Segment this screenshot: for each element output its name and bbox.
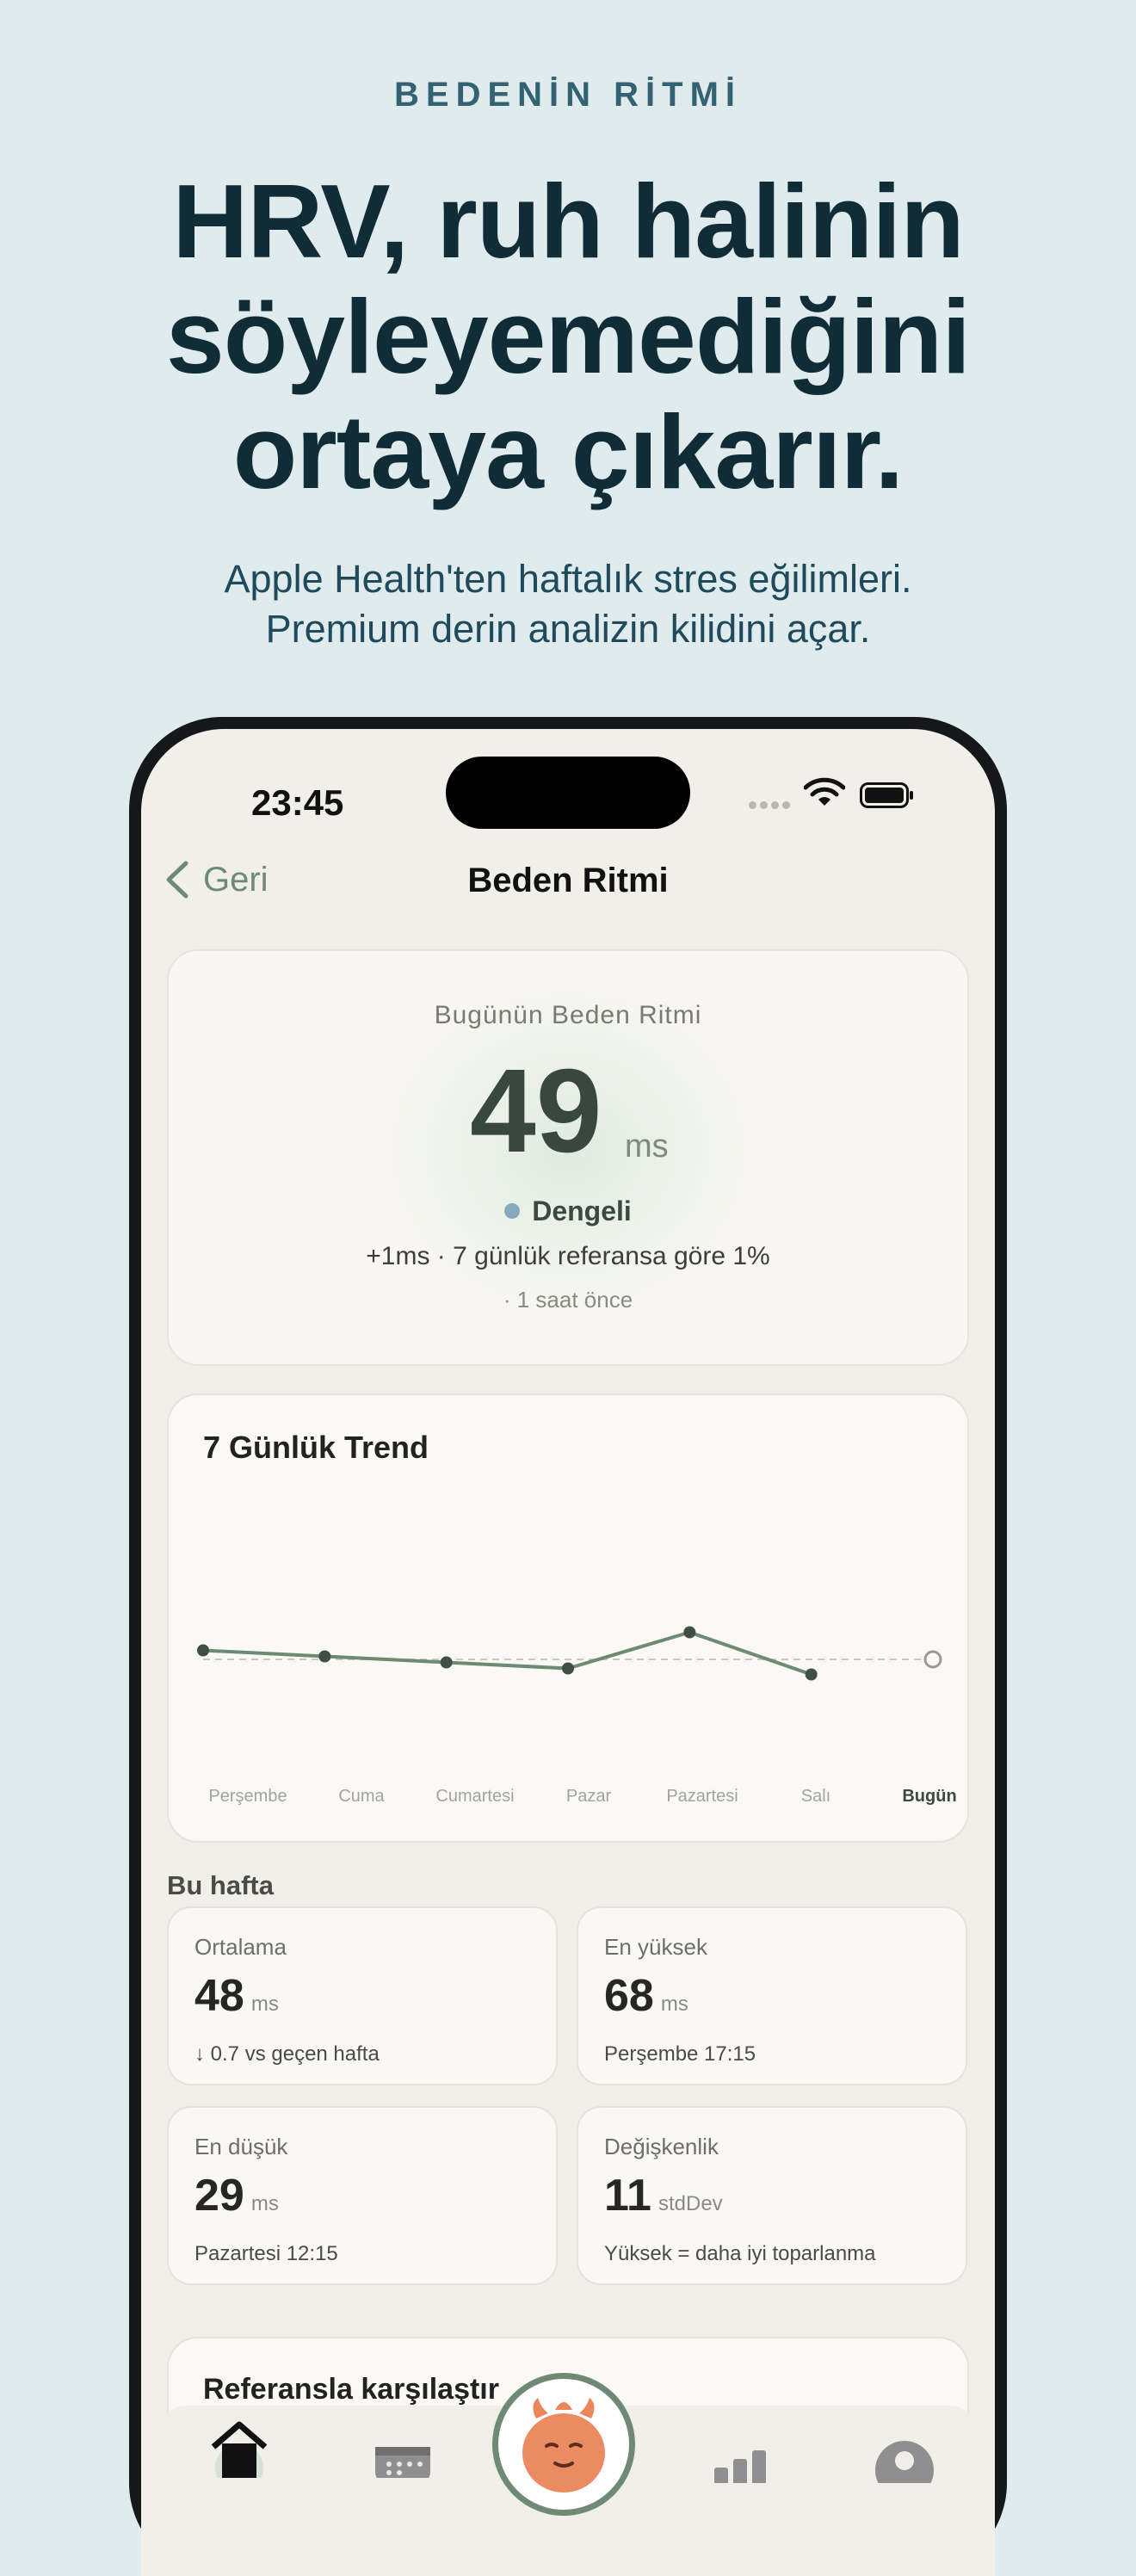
eyebrow: BEDENİN RİTMİ [394, 76, 742, 114]
trend-line [202, 1630, 812, 1677]
stat-value: 29 ms [194, 2171, 279, 2221]
page-title: Beden Ritmi [467, 862, 669, 899]
mascot-button[interactable] [492, 2373, 635, 2516]
stat-title: Değişkenlik [604, 2134, 719, 2159]
stat-title: Ortalama [194, 1934, 287, 1960]
today-card: Bugünün Beden Ritmi 49 ms Dengeli +1ms ·… [167, 949, 969, 1366]
trend-point [683, 1626, 696, 1639]
stat-note: Yüksek = daha iyi toparlanma [604, 2242, 876, 2265]
trend-point-today [923, 1650, 942, 1669]
trend-point [562, 1662, 574, 1675]
state-label: Dengeli [532, 1195, 632, 1226]
stat-card-average: Ortalama 48 ms ↓ 0.7 vs geçen hafta [167, 1906, 558, 2085]
stat-title: En yüksek [604, 1934, 707, 1960]
stats-icon[interactable] [711, 2449, 771, 2483]
trend-day-label: Perşembe [208, 1787, 287, 1806]
week-label: Bu hafta [167, 1870, 274, 1900]
calendar-icon[interactable] [374, 2443, 432, 2478]
state-badge: Dengeli [169, 1195, 967, 1227]
trend-day-label: Pazartesi [666, 1787, 738, 1806]
trend-day-label: Salı [801, 1787, 830, 1806]
trend-day-label: Bugün [902, 1787, 956, 1806]
stat-value: 48 ms [194, 1971, 279, 2021]
profile-icon[interactable] [874, 2440, 935, 2483]
phone-frame: 23:45 Geri Beden Ritmi Bugünün Beden Rit… [129, 717, 1007, 2576]
stat-note: ↓ 0.7 vs geçen hafta [194, 2042, 380, 2066]
trend-point [805, 1668, 818, 1681]
dynamic-island [446, 757, 690, 829]
trend-day-label: Pazar [566, 1787, 612, 1806]
trend-day-label: Cuma [338, 1787, 385, 1806]
stat-note: Pazartesi 12:15 [194, 2242, 338, 2265]
home-icon[interactable] [205, 2418, 274, 2478]
trend-point [318, 1650, 331, 1663]
trend-card: 7 Günlük Trend Perşembe Cuma Cumartesi Paza… [167, 1393, 969, 1843]
signal-icon [749, 798, 793, 809]
stat-card-highest: En yüksek 68 ms Perşembe 17:15 [577, 1906, 967, 2085]
today-unit: ms [625, 1128, 669, 1164]
trend-chart: Perşembe Cuma Cumartesi Pazar Pazartesi Salı B… [197, 1626, 957, 1806]
compare-title: Referansla karşılaştır [203, 2373, 499, 2406]
today-value: 49 [470, 1045, 602, 1177]
subhead: Apple Health'ten haftalık stres eğilimle… [224, 557, 912, 651]
delta-text: +1ms · 7 günlük referansa göre 1% [366, 1242, 770, 1270]
mascot-icon [522, 2398, 605, 2493]
stat-note: Perşembe 17:15 [604, 2042, 756, 2066]
stat-value: 11 stdDev [604, 2171, 723, 2221]
stat-card-variability: Değişkenlik 11 stdDev Yüksek = daha iyi t… [577, 2106, 967, 2285]
stat-value: 68 ms [604, 1971, 688, 2021]
state-dot [504, 1203, 521, 1219]
trend-point [440, 1656, 453, 1669]
app-screen: 23:45 Geri Beden Ritmi Bugünün Beden Rit… [141, 729, 995, 2576]
headline: HRV, ruh halinin söyleyemediğini ortaya … [165, 163, 971, 510]
stat-title: En düşük [194, 2134, 288, 2159]
trend-point [197, 1644, 209, 1657]
updated-time: · 1 saat önce [503, 1287, 633, 1313]
wifi-icon [804, 777, 845, 806]
today-label: Bugünün Beden Ritmi [434, 1001, 702, 1029]
battery-icon [860, 782, 913, 808]
status-time: 23:45 [251, 782, 344, 823]
trend-day-label: Cumartesi [435, 1787, 514, 1806]
stat-card-lowest: En düşük 29 ms Pazartesi 12:15 [167, 2106, 558, 2285]
